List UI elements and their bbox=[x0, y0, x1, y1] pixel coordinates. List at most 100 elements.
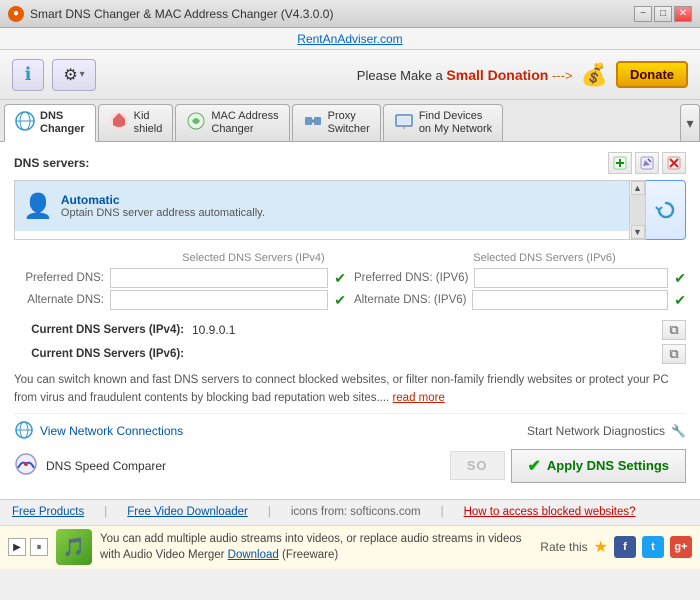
speed-compare-label: DNS Speed Comparer bbox=[46, 459, 166, 473]
alternate-ipv6-label: Alternate DNS: (IPV6) bbox=[354, 294, 466, 306]
find-tab-label: Find Deviceson My Network bbox=[419, 110, 492, 136]
edit-dns-button[interactable] bbox=[635, 152, 659, 174]
ipv4-title: Selected DNS Servers (IPv4) bbox=[112, 252, 395, 264]
website-link[interactable]: RentAnAdviser.com bbox=[297, 32, 402, 46]
preferred-dns-input[interactable] bbox=[110, 268, 328, 288]
delete-dns-button[interactable] bbox=[662, 152, 686, 174]
tab-kid-shield[interactable]: Kidshield bbox=[98, 104, 174, 141]
free-video-link[interactable]: Free Video Downloader bbox=[127, 506, 248, 518]
donate-static-text: Please Make a Small Donation ---> bbox=[357, 67, 573, 83]
tab-dns-changer[interactable]: DNSChanger bbox=[4, 104, 96, 142]
footer-text: You can add multiple audio streams into … bbox=[100, 531, 532, 563]
current-ipv4-label: Current DNS Servers (IPv4): bbox=[14, 324, 184, 336]
alternate-ipv6-group: Alternate DNS: (IPV6) ✔ bbox=[354, 290, 686, 310]
maximize-button[interactable]: □ bbox=[654, 6, 672, 22]
icons-from-text: icons from: softicons.com bbox=[291, 506, 421, 518]
app-icon: ● bbox=[8, 6, 24, 22]
rate-label: Rate this bbox=[540, 540, 587, 554]
facebook-button[interactable]: f bbox=[614, 536, 636, 558]
current-ipv4-row: Current DNS Servers (IPv4): 10.9.0.1 ⧉ bbox=[14, 320, 686, 340]
preferred-ipv6-input[interactable] bbox=[474, 268, 668, 288]
status-sep-2: | bbox=[268, 506, 271, 518]
kid-tab-icon bbox=[109, 111, 129, 136]
proxy-tab-label: ProxySwitcher bbox=[328, 110, 370, 136]
play-button[interactable]: ▶ bbox=[8, 538, 26, 556]
scroll-down-button[interactable]: ▼ bbox=[631, 225, 645, 239]
apply-bar: DNS Speed Comparer SO ✔ Apply DNS Settin… bbox=[14, 449, 686, 483]
preferred-ipv4-group: Preferred DNS: ✔ bbox=[14, 268, 346, 288]
tab-bar: DNSChanger Kidshield MAC AddressChanger … bbox=[0, 100, 700, 142]
sota-box: SO bbox=[450, 451, 505, 480]
copy-ipv4-button[interactable]: ⧉ bbox=[662, 320, 686, 340]
window-title: Smart DNS Changer & MAC Address Changer … bbox=[30, 7, 333, 21]
copy-ipv6-button[interactable]: ⧉ bbox=[662, 344, 686, 364]
tab-proxy-switcher[interactable]: ProxySwitcher bbox=[292, 104, 381, 141]
alternate-ipv4-group: Alternate DNS: ✔ bbox=[14, 290, 346, 310]
window-controls: − □ ✕ bbox=[634, 6, 692, 22]
info-icon: ℹ bbox=[25, 64, 32, 85]
dns-settings: Selected DNS Servers (IPv4) Selected DNS… bbox=[14, 248, 686, 320]
preferred-dns-check[interactable]: ✔ bbox=[334, 270, 346, 287]
dns-item-text: Automatic Optain DNS server address auto… bbox=[61, 193, 265, 219]
info-button[interactable]: ℹ bbox=[12, 59, 44, 91]
dns-tab-label: DNSChanger bbox=[40, 110, 85, 136]
alternate-ipv6-input[interactable] bbox=[472, 290, 668, 310]
kid-tab-label: Kidshield bbox=[134, 110, 163, 136]
donate-button[interactable]: Donate bbox=[616, 61, 688, 88]
download-link[interactable]: Download bbox=[228, 549, 279, 561]
dns-list-item[interactable]: 👤 Automatic Optain DNS server address au… bbox=[15, 181, 629, 231]
diagnostics-icon: 🔧 bbox=[671, 424, 686, 438]
mac-tab-icon bbox=[186, 111, 206, 136]
preferred-ipv6-check[interactable]: ✔ bbox=[674, 270, 686, 287]
mac-tab-label: MAC AddressChanger bbox=[211, 110, 278, 136]
dns-list[interactable]: 👤 Automatic Optain DNS server address au… bbox=[14, 180, 630, 240]
scroll-up-button[interactable]: ▲ bbox=[631, 181, 645, 195]
dns-item-icon: 👤 bbox=[23, 192, 53, 221]
read-more-link[interactable]: read more bbox=[392, 392, 444, 404]
alternate-dns-row: Alternate DNS: ✔ Alternate DNS: (IPV6) ✔ bbox=[14, 290, 686, 310]
tab-more-button[interactable]: ▾ bbox=[680, 104, 700, 141]
gear-dropdown-icon: ▾ bbox=[80, 69, 85, 80]
view-network-button[interactable]: View Network Connections bbox=[14, 420, 183, 443]
star-icon[interactable]: ★ bbox=[594, 537, 608, 557]
footer-controls: ▶ ⏸ bbox=[8, 538, 48, 556]
alternate-ipv6-check[interactable]: ✔ bbox=[674, 292, 686, 309]
view-network-label: View Network Connections bbox=[40, 424, 183, 438]
toolbar: ℹ ⚙ ▾ Please Make a Small Donation ---> … bbox=[0, 50, 700, 100]
how-to-link[interactable]: How to access blocked websites? bbox=[464, 506, 636, 518]
find-tab-icon bbox=[394, 111, 414, 136]
scroll-track[interactable] bbox=[630, 195, 645, 225]
preferred-dns-row: Preferred DNS: ✔ Preferred DNS: (IPV6) ✔ bbox=[14, 268, 686, 288]
current-ipv4-value: 10.9.0.1 bbox=[192, 323, 654, 337]
alternate-dns-label: Alternate DNS: bbox=[14, 294, 104, 306]
alternate-dns-check[interactable]: ✔ bbox=[334, 292, 346, 309]
refresh-dns-button[interactable] bbox=[646, 180, 686, 240]
info-text-content: You can switch known and fast DNS server… bbox=[14, 374, 669, 403]
diagnostics-label: Start Network Diagnostics bbox=[527, 424, 665, 438]
apply-right: SO ✔ Apply DNS Settings bbox=[450, 449, 686, 483]
settings-button[interactable]: ⚙ ▾ bbox=[52, 59, 96, 91]
coin-icon: 💰 bbox=[581, 62, 608, 88]
speed-icon bbox=[14, 452, 38, 479]
donate-area: Please Make a Small Donation ---> 💰 Dona… bbox=[357, 61, 688, 88]
twitter-button[interactable]: t bbox=[642, 536, 664, 558]
footer-freeware: (Freeware) bbox=[279, 549, 338, 561]
tab-find-devices[interactable]: Find Deviceson My Network bbox=[383, 104, 503, 141]
minimize-button[interactable]: − bbox=[634, 6, 652, 22]
add-dns-button[interactable] bbox=[608, 152, 632, 174]
main-content: DNS servers: 👤 Automatic Optain DNS serv… bbox=[0, 142, 700, 499]
apply-dns-label: Apply DNS Settings bbox=[547, 458, 669, 473]
menu-bar: RentAnAdviser.com bbox=[0, 28, 700, 50]
pause-button[interactable]: ⏸ bbox=[30, 538, 48, 556]
dns-servers-label: DNS servers: bbox=[14, 156, 89, 170]
apply-dns-button[interactable]: ✔ Apply DNS Settings bbox=[511, 449, 686, 483]
close-button[interactable]: ✕ bbox=[674, 6, 692, 22]
preferred-ipv6-group: Preferred DNS: (IPV6) ✔ bbox=[354, 268, 686, 288]
alternate-dns-input[interactable] bbox=[110, 290, 328, 310]
free-products-link[interactable]: Free Products bbox=[12, 506, 84, 518]
current-ipv6-row: Current DNS Servers (IPv6): ⧉ bbox=[14, 344, 686, 364]
googleplus-button[interactable]: g+ bbox=[670, 536, 692, 558]
diagnostics-button[interactable]: Start Network Diagnostics 🔧 bbox=[527, 424, 686, 438]
status-sep-3: | bbox=[441, 506, 444, 518]
tab-mac-address[interactable]: MAC AddressChanger bbox=[175, 104, 289, 141]
